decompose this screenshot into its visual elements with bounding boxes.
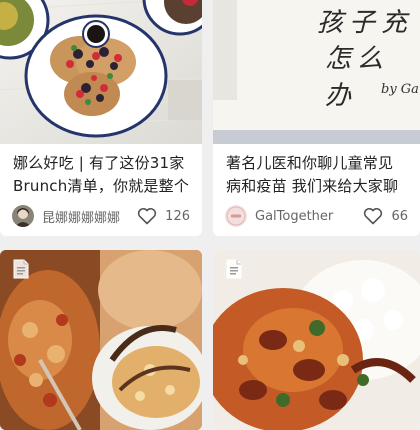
document-icon <box>10 258 32 280</box>
card-image-handwriting: 孩子充 怎么办 by Ga <box>213 0 420 144</box>
card-title-line-1: 著名儿医和你聊儿童常见 <box>226 154 394 172</box>
author-name[interactable]: 昆娜娜娜娜娜 <box>42 207 137 226</box>
card-title-line-2: 病和疫苗 我们来给大家聊 <box>226 177 399 195</box>
heart-outline-icon <box>364 207 383 225</box>
feed-card-rice[interactable] <box>213 250 420 430</box>
card-meta: 昆娜娜娜娜娜 126 <box>12 203 190 229</box>
like-count: 126 <box>165 208 190 224</box>
card-title-line-2: Brunch清单，你就是整个 <box>13 177 190 195</box>
image-text-line-1: 孩子充 <box>317 8 414 38</box>
brand-avatar[interactable] <box>225 205 247 227</box>
author-name[interactable]: GalTogether <box>255 209 363 224</box>
image-text-signature: by Ga <box>381 82 419 97</box>
card-title: 娜么好吃 | 有了这份31家 Brunch清单，你就是整个 <box>13 152 194 198</box>
user-avatar[interactable] <box>12 205 34 227</box>
feed-card-brunch[interactable]: 娜么好吃 | 有了这份31家 Brunch清单，你就是整个 昆娜娜娜娜娜 126 <box>0 0 202 236</box>
feed-card-soup[interactable] <box>0 250 202 430</box>
card-title: 著名儿医和你聊儿童常见 病和疫苗 我们来给大家聊 <box>226 152 412 198</box>
like-button[interactable]: 66 <box>363 207 408 225</box>
like-count: 66 <box>391 208 408 224</box>
heart-outline-icon <box>138 207 157 225</box>
document-icon <box>223 258 245 280</box>
card-meta: GalTogether 66 <box>225 203 408 229</box>
card-title-line-1: 娜么好吃 | 有了这份31家 <box>13 154 185 172</box>
card-image-pancakes <box>0 0 202 144</box>
like-button[interactable]: 126 <box>137 207 190 225</box>
feed-card-pediatrics[interactable]: 孩子充 怎么办 by Ga 著名儿医和你聊儿童常见 病和疫苗 我们来给大家聊 G… <box>213 0 420 236</box>
image-text-line-2: 怎么办 <box>325 44 390 111</box>
